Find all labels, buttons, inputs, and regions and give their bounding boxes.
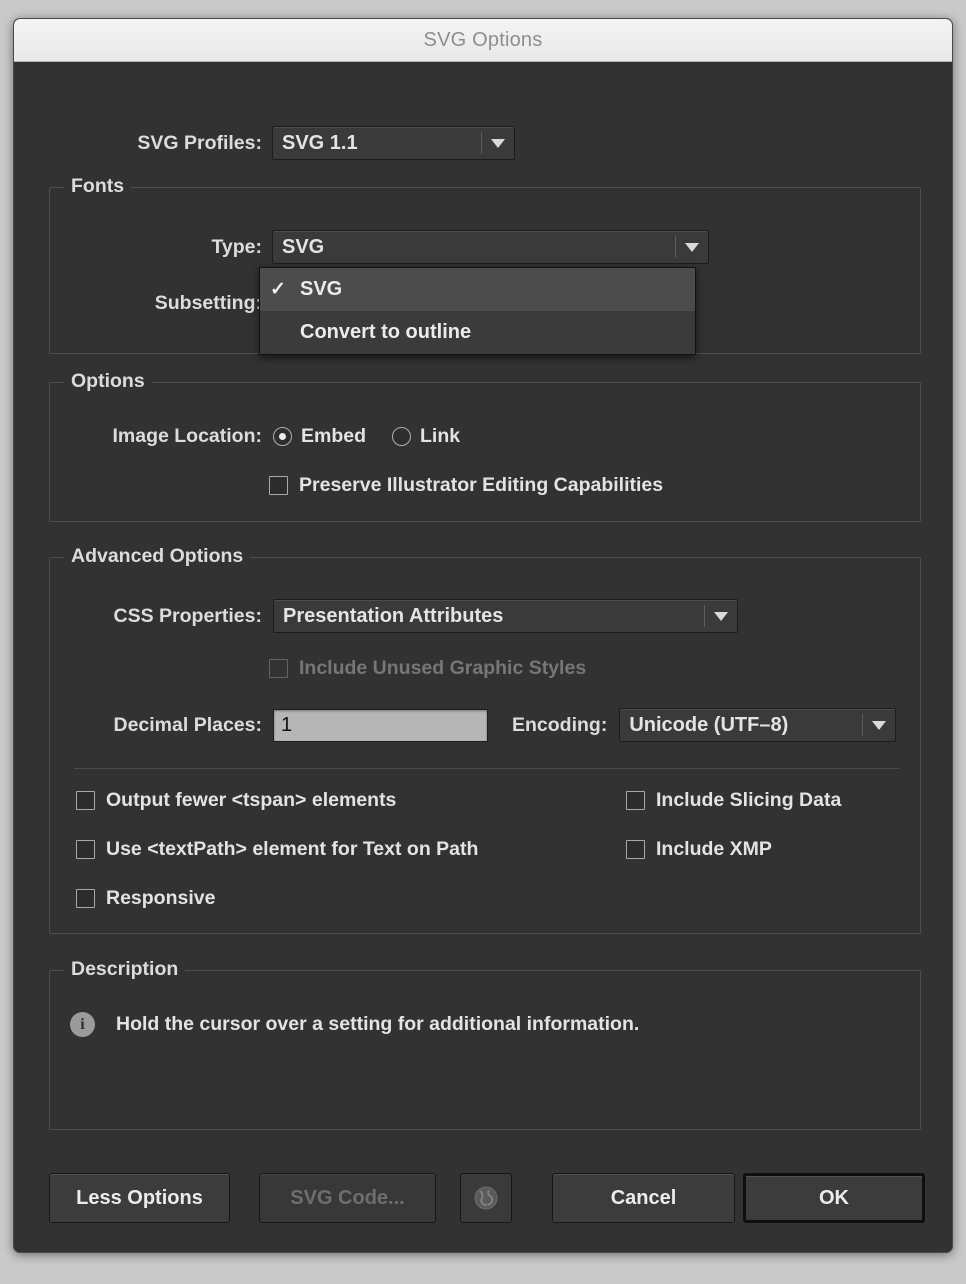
checkbox-icon [76, 889, 95, 908]
advanced-options-group-title: Advanced Options [64, 545, 251, 568]
output-fewer-tspan-checkbox[interactable]: Output fewer <tspan> elements [76, 789, 396, 812]
font-type-select[interactable]: SVG [272, 230, 709, 264]
image-location-radio-embed[interactable]: Embed [273, 425, 366, 448]
description-group: Description [49, 958, 921, 1130]
menu-item-convert-to-outline-label: Convert to outline [300, 321, 472, 343]
responsive-checkbox[interactable]: Responsive [76, 887, 215, 910]
svg-profiles-row: SVG Profiles: SVG 1.1 [110, 126, 520, 160]
preserve-illustrator-label: Preserve Illustrator Editing Capabilitie… [299, 474, 664, 496]
font-type-row: Type: SVG [110, 230, 709, 264]
output-fewer-tspan-label: Output fewer <tspan> elements [106, 789, 397, 811]
fonts-group-title: Fonts [64, 175, 132, 198]
font-type-dropdown-menu: ✓ SVG Convert to outline [259, 267, 696, 355]
checkbox-icon [626, 840, 645, 859]
decimal-places-input[interactable]: 1 [273, 708, 488, 742]
dialog-body: SVG Profiles: SVG 1.1 Fonts Type: SVG Su… [14, 62, 952, 1252]
decimal-places-value: 1 [281, 713, 293, 736]
description-content: i Hold the cursor over a setting for add… [70, 1012, 639, 1037]
include-unused-graphic-styles-checkbox: Include Unused Graphic Styles [269, 657, 586, 680]
checkbox-icon [269, 659, 288, 678]
decimal-places-row: Decimal Places: 1 Encoding: Unicode (UTF… [76, 708, 897, 742]
include-unused-graphic-styles-label: Include Unused Graphic Styles [299, 657, 587, 679]
chevron-down-icon [482, 127, 514, 159]
checkbox-icon [269, 476, 288, 495]
css-properties-row: CSS Properties: Presentation Attributes [76, 599, 738, 633]
menu-item-svg[interactable]: ✓ SVG [260, 268, 695, 311]
encoding-value: Unicode (UTF–8) [629, 713, 789, 736]
css-properties-label: CSS Properties: [113, 604, 262, 627]
svg-options-dialog: SVG Options SVG Profiles: SVG 1.1 Fonts … [13, 18, 953, 1253]
description-text: Hold the cursor over a setting for addit… [116, 1013, 640, 1035]
image-location-row: Image Location: Embed Link [69, 425, 460, 448]
include-slicing-data-checkbox[interactable]: Include Slicing Data [626, 789, 841, 812]
menu-item-svg-label: SVG [300, 278, 343, 300]
use-textpath-checkbox[interactable]: Use <textPath> element for Text on Path [76, 838, 478, 861]
ok-label: OK [819, 1186, 849, 1209]
chevron-down-icon [705, 600, 737, 632]
advanced-divider [74, 768, 899, 769]
chevron-down-icon [676, 231, 708, 263]
use-textpath-label: Use <textPath> element for Text on Path [106, 838, 479, 860]
checkbox-icon [76, 791, 95, 810]
image-location-radio-link[interactable]: Link [392, 425, 460, 448]
image-location-label: Image Location: [112, 425, 262, 447]
include-xmp-checkbox[interactable]: Include XMP [626, 838, 772, 861]
responsive-label: Responsive [106, 887, 216, 909]
radio-link-label: Link [420, 425, 461, 447]
radio-embed-icon [273, 427, 292, 446]
less-options-label: Less Options [76, 1186, 203, 1209]
menu-item-convert-to-outline[interactable]: Convert to outline [260, 311, 695, 354]
check-icon: ✓ [270, 279, 286, 300]
include-slicing-data-label: Include Slicing Data [656, 789, 842, 811]
subsetting-row: Subsetting: [110, 292, 262, 315]
checkbox-icon [626, 791, 645, 810]
svg-profiles-select[interactable]: SVG 1.1 [272, 126, 515, 160]
description-group-title: Description [64, 958, 186, 981]
globe-icon [474, 1186, 498, 1210]
font-type-value: SVG [282, 235, 325, 258]
svg-code-button: SVG Code... [259, 1173, 436, 1223]
encoding-select[interactable]: Unicode (UTF–8) [619, 708, 897, 742]
globe-button[interactable] [460, 1173, 512, 1223]
svg-code-label: SVG Code... [290, 1186, 405, 1209]
options-group-title: Options [64, 370, 152, 393]
radio-link-icon [392, 427, 412, 446]
dialog-titlebar: SVG Options [14, 19, 952, 62]
font-type-label: Type: [211, 235, 262, 258]
checkbox-icon [76, 840, 95, 859]
css-properties-value: Presentation Attributes [283, 604, 504, 627]
decimal-places-label: Decimal Places: [113, 713, 262, 736]
radio-embed-label: Embed [301, 425, 367, 447]
svg-profiles-label: SVG Profiles: [137, 131, 262, 154]
include-xmp-label: Include XMP [656, 838, 772, 860]
info-icon: i [70, 1012, 95, 1037]
subsetting-label: Subsetting: [154, 292, 262, 314]
dialog-title: SVG Options [423, 28, 543, 51]
encoding-label: Encoding: [512, 713, 608, 736]
cancel-label: Cancel [610, 1186, 677, 1209]
chevron-down-icon [863, 709, 895, 741]
cancel-button[interactable]: Cancel [552, 1173, 735, 1223]
options-group: Options [49, 370, 921, 522]
css-properties-select[interactable]: Presentation Attributes [273, 599, 738, 633]
ok-button[interactable]: OK [743, 1173, 925, 1223]
preserve-illustrator-checkbox[interactable]: Preserve Illustrator Editing Capabilitie… [269, 474, 663, 497]
svg-profiles-value: SVG 1.1 [282, 131, 358, 154]
less-options-button[interactable]: Less Options [49, 1173, 230, 1223]
